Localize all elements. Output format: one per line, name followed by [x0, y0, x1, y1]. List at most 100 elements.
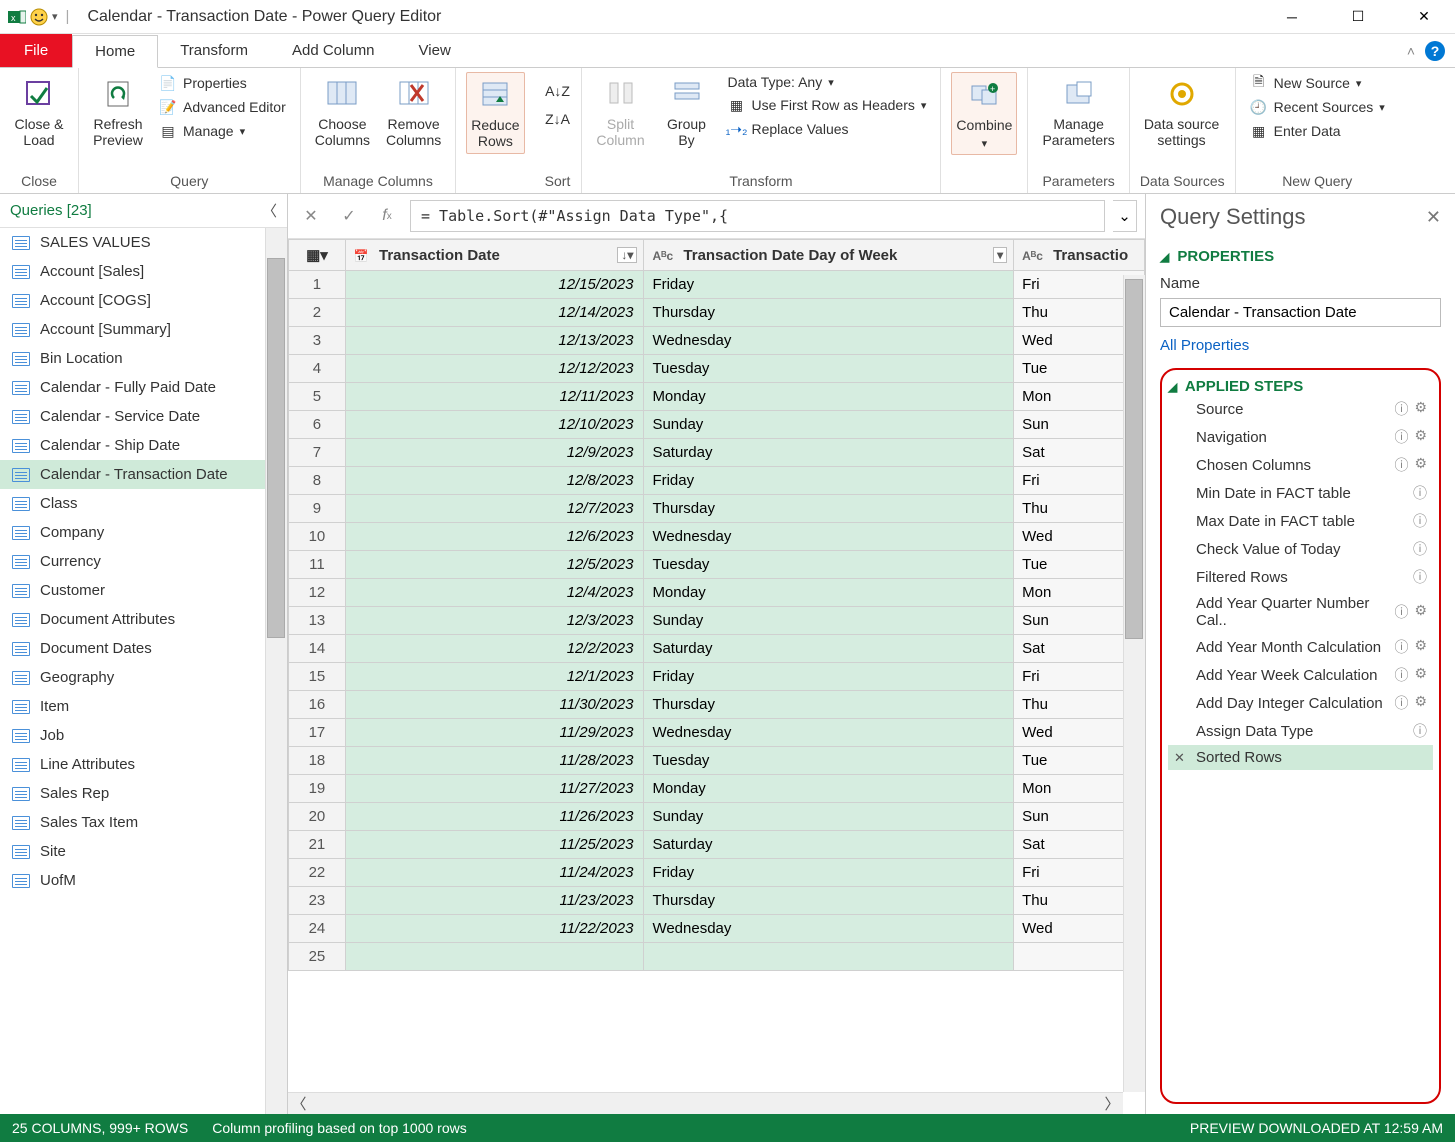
- gear-icon[interactable]: ⚙: [1414, 693, 1427, 713]
- cell-day-of-week[interactable]: [644, 943, 1014, 971]
- row-number[interactable]: 20: [289, 803, 346, 831]
- gear-icon[interactable]: ⚙: [1414, 637, 1427, 657]
- cell-date[interactable]: [345, 943, 644, 971]
- col-filter-1-icon[interactable]: ↓▾: [617, 247, 637, 263]
- cell-date[interactable]: 12/11/2023: [345, 383, 644, 411]
- table-row[interactable]: 212/14/2023ThursdayThu: [289, 299, 1145, 327]
- table-row[interactable]: 712/9/2023SaturdaySat: [289, 439, 1145, 467]
- refresh-preview-button[interactable]: Refresh Preview: [89, 72, 147, 152]
- query-item[interactable]: Calendar - Fully Paid Date: [0, 373, 287, 402]
- col-header-abbr[interactable]: Aᴮc Transactio: [1014, 240, 1145, 271]
- gear-icon[interactable]: ⚙: [1414, 427, 1427, 447]
- cell-date[interactable]: 12/4/2023: [345, 579, 644, 607]
- hscroll-right-icon[interactable]: 〉: [1101, 1093, 1123, 1114]
- applied-step[interactable]: Max Date in FACT tableⓘ: [1168, 507, 1433, 535]
- cell-day-of-week[interactable]: Sunday: [644, 411, 1014, 439]
- cell-day-of-week[interactable]: Wednesday: [644, 523, 1014, 551]
- cell-day-of-week[interactable]: Friday: [644, 467, 1014, 495]
- info-icon[interactable]: ⓘ: [1394, 455, 1408, 475]
- row-number[interactable]: 17: [289, 719, 346, 747]
- applied-step[interactable]: Check Value of Todayⓘ: [1168, 535, 1433, 563]
- applied-step[interactable]: Filtered Rowsⓘ: [1168, 563, 1433, 591]
- cell-date[interactable]: 12/2/2023: [345, 635, 644, 663]
- cell-date[interactable]: 12/3/2023: [345, 607, 644, 635]
- table-row[interactable]: 112/15/2023FridayFri: [289, 271, 1145, 299]
- query-item[interactable]: Item: [0, 692, 287, 721]
- manage-parameters-button[interactable]: Manage Parameters: [1038, 72, 1118, 152]
- cell-date[interactable]: 11/30/2023: [345, 691, 644, 719]
- query-item[interactable]: Customer: [0, 576, 287, 605]
- query-item[interactable]: Currency: [0, 547, 287, 576]
- qat-dropdown-icon[interactable]: ▾: [52, 10, 58, 23]
- table-row[interactable]: 812/8/2023FridayFri: [289, 467, 1145, 495]
- cell-date[interactable]: 12/15/2023: [345, 271, 644, 299]
- table-row[interactable]: 1212/4/2023MondayMon: [289, 579, 1145, 607]
- smiley-icon[interactable]: [30, 8, 48, 26]
- queries-collapse-icon[interactable]: 〈: [262, 200, 277, 221]
- maximize-button[interactable]: ☐: [1335, 2, 1381, 32]
- queries-scroll-thumb[interactable]: [267, 258, 285, 638]
- query-item[interactable]: Calendar - Transaction Date: [0, 460, 287, 489]
- enter-data-button[interactable]: ▦ Enter Data: [1246, 120, 1389, 142]
- info-icon[interactable]: ⓘ: [1413, 539, 1427, 559]
- table-row[interactable]: 512/11/2023MondayMon: [289, 383, 1145, 411]
- new-source-button[interactable]: 🗎 New Source ▾: [1246, 72, 1389, 94]
- info-icon[interactable]: ⓘ: [1394, 602, 1408, 622]
- grid-horizontal-scrollbar[interactable]: 〈 〉: [288, 1092, 1123, 1114]
- first-row-headers-button[interactable]: ▦ Use First Row as Headers ▾: [724, 94, 931, 116]
- cell-day-of-week[interactable]: Thursday: [644, 299, 1014, 327]
- info-icon[interactable]: ⓘ: [1394, 665, 1408, 685]
- applied-step[interactable]: Add Year Week Calculationⓘ⚙: [1168, 661, 1433, 689]
- query-item[interactable]: Line Attributes: [0, 750, 287, 779]
- query-item[interactable]: Calendar - Service Date: [0, 402, 287, 431]
- query-item[interactable]: Document Attributes: [0, 605, 287, 634]
- cell-date[interactable]: 12/9/2023: [345, 439, 644, 467]
- table-row[interactable]: 1112/5/2023TuesdayTue: [289, 551, 1145, 579]
- query-item[interactable]: SALES VALUES: [0, 228, 287, 257]
- queries-header[interactable]: Queries [23] 〈: [0, 194, 287, 228]
- table-row[interactable]: 412/12/2023TuesdayTue: [289, 355, 1145, 383]
- cell-date[interactable]: 11/27/2023: [345, 775, 644, 803]
- row-number[interactable]: 13: [289, 607, 346, 635]
- cell-date[interactable]: 11/24/2023: [345, 859, 644, 887]
- query-item[interactable]: Calendar - Ship Date: [0, 431, 287, 460]
- cell-date[interactable]: 11/25/2023: [345, 831, 644, 859]
- tab-view[interactable]: View: [397, 34, 473, 67]
- cell-day-of-week[interactable]: Tuesday: [644, 355, 1014, 383]
- cell-date[interactable]: 12/7/2023: [345, 495, 644, 523]
- gear-icon[interactable]: ⚙: [1414, 602, 1427, 622]
- table-row[interactable]: 1012/6/2023WednesdayWed: [289, 523, 1145, 551]
- close-and-load-button[interactable]: Close & Load: [10, 72, 68, 152]
- grid-vertical-scrollbar[interactable]: [1123, 275, 1145, 1092]
- cell-day-of-week[interactable]: Monday: [644, 579, 1014, 607]
- row-number[interactable]: 25: [289, 943, 346, 971]
- col-filter-2-icon[interactable]: ▾: [993, 247, 1007, 263]
- remove-columns-button[interactable]: Remove Columns: [382, 72, 445, 152]
- query-item[interactable]: UofM: [0, 866, 287, 895]
- query-item[interactable]: Account [COGS]: [0, 286, 287, 315]
- table-row[interactable]: 312/13/2023WednesdayWed: [289, 327, 1145, 355]
- minimize-button[interactable]: ─: [1269, 2, 1315, 32]
- table-row[interactable]: 2411/22/2023WednesdayWed: [289, 915, 1145, 943]
- applied-step[interactable]: Min Date in FACT tableⓘ: [1168, 479, 1433, 507]
- table-row[interactable]: 2211/24/2023FridayFri: [289, 859, 1145, 887]
- table-row[interactable]: 1412/2/2023SaturdaySat: [289, 635, 1145, 663]
- choose-columns-button[interactable]: Choose Columns: [311, 72, 374, 152]
- cell-day-of-week[interactable]: Wednesday: [644, 915, 1014, 943]
- cell-date[interactable]: 12/10/2023: [345, 411, 644, 439]
- cell-date[interactable]: 11/26/2023: [345, 803, 644, 831]
- formula-fx-icon[interactable]: fx: [372, 202, 402, 230]
- query-item[interactable]: Document Dates: [0, 634, 287, 663]
- help-icon[interactable]: ?: [1425, 41, 1445, 61]
- cell-day-of-week[interactable]: Sunday: [644, 803, 1014, 831]
- row-number[interactable]: 15: [289, 663, 346, 691]
- table-row[interactable]: 2011/26/2023SundaySun: [289, 803, 1145, 831]
- col-header-transaction-date[interactable]: 📅 Transaction Date ↓▾: [345, 240, 644, 271]
- info-icon[interactable]: ⓘ: [1413, 483, 1427, 503]
- info-icon[interactable]: ⓘ: [1413, 567, 1427, 587]
- cell-day-of-week[interactable]: Wednesday: [644, 327, 1014, 355]
- row-number[interactable]: 8: [289, 467, 346, 495]
- cell-day-of-week[interactable]: Monday: [644, 383, 1014, 411]
- cell-date[interactable]: 12/6/2023: [345, 523, 644, 551]
- grid-vertical-thumb[interactable]: [1125, 279, 1143, 639]
